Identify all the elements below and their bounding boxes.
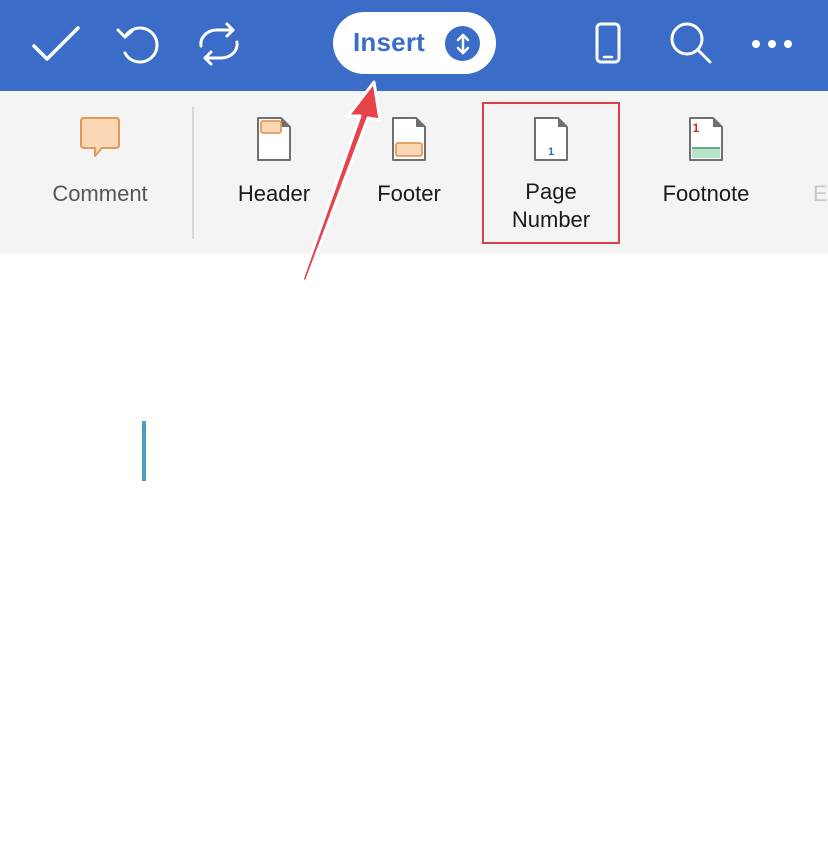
- search-icon[interactable]: [664, 18, 716, 70]
- footnote-icon: 1: [687, 115, 725, 168]
- insert-tab-selector[interactable]: Insert: [333, 12, 496, 74]
- footnote-glyph: 1: [693, 121, 700, 135]
- sync-icon[interactable]: [193, 18, 245, 70]
- comment-button[interactable]: Comment: [30, 91, 170, 254]
- text-cursor: [142, 421, 146, 481]
- ribbon-divider: [192, 107, 194, 239]
- annotation-arrow-icon: [300, 80, 382, 284]
- truncated-ribbon-item[interactable]: E: [810, 91, 828, 254]
- more-icon[interactable]: [746, 18, 798, 70]
- header-icon: [255, 115, 293, 168]
- insert-tab-label: Insert: [353, 27, 426, 57]
- top-toolbar: Insert: [0, 0, 828, 91]
- comment-label: Comment: [52, 181, 148, 206]
- footnote-label: Footnote: [662, 181, 750, 206]
- up-down-arrow-icon: [445, 26, 480, 61]
- phone-view-icon[interactable]: [582, 18, 634, 70]
- document-canvas[interactable]: [0, 254, 828, 850]
- undo-icon[interactable]: [112, 18, 164, 70]
- insert-ribbon: Comment Header Footer 1 Page Number 1 Fo…: [0, 91, 828, 254]
- truncated-item-label: E: [813, 181, 828, 206]
- checkmark-icon[interactable]: [30, 18, 82, 70]
- footnote-button[interactable]: 1 Footnote: [646, 91, 766, 254]
- comment-icon: [78, 115, 122, 166]
- page-number-highlight-box: [482, 102, 620, 244]
